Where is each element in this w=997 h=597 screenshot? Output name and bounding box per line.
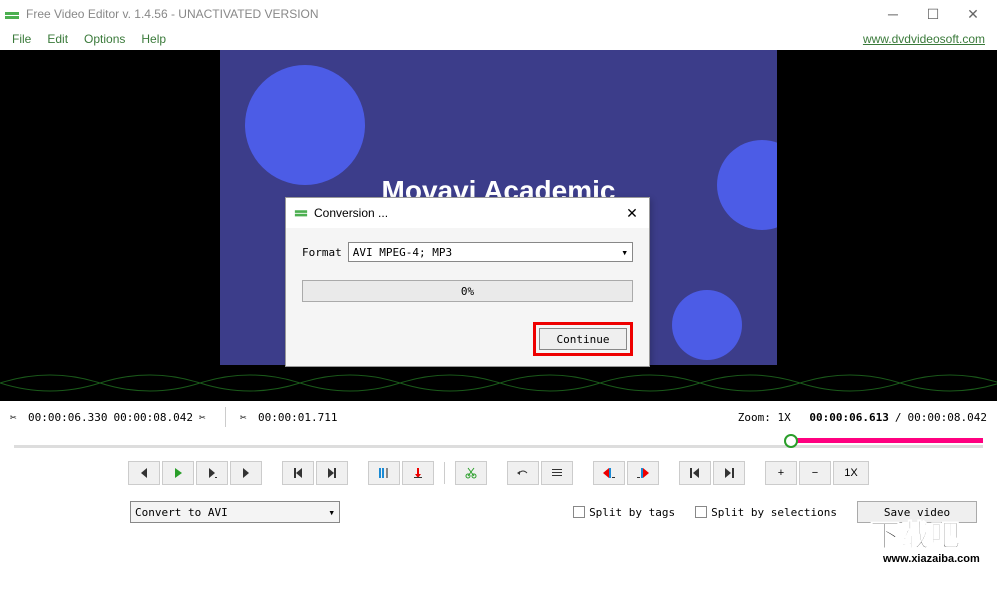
- close-button[interactable]: ✕: [953, 0, 993, 28]
- progress-text: 0%: [461, 285, 474, 298]
- playhead[interactable]: [784, 434, 798, 448]
- skip-start-button[interactable]: [282, 461, 314, 485]
- zoom-level-button[interactable]: 1X: [833, 461, 869, 485]
- zoom-in-button[interactable]: +: [765, 461, 797, 485]
- menu-options[interactable]: Options: [76, 30, 133, 48]
- output-format-select[interactable]: Convert to AVI ▾: [130, 501, 340, 523]
- invert-left-button[interactable]: [593, 461, 625, 485]
- continue-label: Continue: [557, 333, 610, 346]
- window-controls: ─ ☐ ✕: [873, 0, 993, 28]
- menu-edit[interactable]: Edit: [39, 30, 76, 48]
- divider: [444, 462, 445, 484]
- timeline-slider[interactable]: [0, 433, 997, 453]
- selection-range: [790, 438, 983, 443]
- goto-end-button[interactable]: [713, 461, 745, 485]
- forward-button[interactable]: [230, 461, 262, 485]
- chevron-down-icon: ▾: [621, 246, 628, 259]
- list-button[interactable]: [541, 461, 573, 485]
- scissors-icon: ✂: [199, 411, 211, 424]
- step-forward-button[interactable]: [196, 461, 228, 485]
- skip-end-button[interactable]: [316, 461, 348, 485]
- play-button[interactable]: [162, 461, 194, 485]
- decorative-circle: [672, 290, 742, 360]
- menu-file[interactable]: File: [4, 30, 39, 48]
- app-icon: [4, 6, 20, 22]
- current-time: 00:00:06.613: [809, 411, 888, 424]
- time-separator: /: [895, 411, 902, 424]
- undo-button[interactable]: [507, 461, 539, 485]
- chevron-down-icon: ▾: [328, 506, 335, 519]
- decorative-circle: [717, 140, 777, 230]
- zoom-out-button[interactable]: −: [799, 461, 831, 485]
- output-format-value: Convert to AVI: [135, 506, 228, 519]
- format-label: Format: [302, 246, 342, 259]
- checkbox-icon: [695, 506, 707, 518]
- scissors-icon: ✂: [240, 411, 252, 424]
- minimize-button[interactable]: ─: [873, 0, 913, 28]
- highlight-box: Continue: [533, 322, 633, 356]
- split-by-selections-label: Split by selections: [711, 506, 837, 519]
- mark-start-button[interactable]: [368, 461, 400, 485]
- menu-help[interactable]: Help: [133, 30, 174, 48]
- titlebar: Free Video Editor v. 1.4.56 - UNACTIVATE…: [0, 0, 997, 28]
- svg-text:下载吧: 下载吧: [870, 520, 960, 553]
- dialog-close-button[interactable]: ✕: [623, 204, 641, 222]
- app-icon: [294, 205, 308, 222]
- svg-text:www.xiazaiba.com: www.xiazaiba.com: [882, 553, 980, 565]
- rewind-button[interactable]: [128, 461, 160, 485]
- menubar: File Edit Options Help www.dvdvideosoft.…: [0, 28, 997, 50]
- invert-right-button[interactable]: [627, 461, 659, 485]
- zoom-label: Zoom: 1X: [738, 411, 791, 424]
- divider: [225, 407, 226, 427]
- window-title: Free Video Editor v. 1.4.56 - UNACTIVATE…: [26, 7, 873, 21]
- format-select[interactable]: AVI MPEG-4; MP3 ▾: [348, 242, 633, 262]
- total-time: 00:00:08.042: [908, 411, 987, 424]
- continue-button[interactable]: Continue: [539, 328, 627, 350]
- dialog-title: Conversion ...: [314, 206, 623, 220]
- split-by-selections-checkbox[interactable]: Split by selections: [695, 506, 837, 519]
- dialog-titlebar[interactable]: Conversion ... ✕: [286, 198, 649, 228]
- selection-start-time: 00:00:06.330: [28, 411, 107, 424]
- watermark: 下载吧 www.xiazaiba.com: [865, 516, 995, 571]
- bottom-bar: Convert to AVI ▾ Split by tags Split by …: [0, 493, 997, 531]
- transport-controls: + − 1X: [0, 453, 997, 493]
- checkbox-icon: [573, 506, 585, 518]
- format-value: AVI MPEG-4; MP3: [353, 246, 452, 259]
- selection-duration: 00:00:01.711: [258, 411, 337, 424]
- selection-end-time: 00:00:08.042: [113, 411, 192, 424]
- timecode-row: ✂ 00:00:06.330 00:00:08.042 ✂ ✂ 00:00:01…: [0, 401, 997, 433]
- maximize-button[interactable]: ☐: [913, 0, 953, 28]
- split-by-tags-checkbox[interactable]: Split by tags: [573, 506, 675, 519]
- decorative-circle: [245, 65, 365, 185]
- conversion-dialog: Conversion ... ✕ Format AVI MPEG-4; MP3 …: [285, 197, 650, 367]
- mark-end-button[interactable]: [402, 461, 434, 485]
- progress-bar: 0%: [302, 280, 633, 302]
- site-link[interactable]: www.dvdvideosoft.com: [863, 32, 985, 46]
- split-by-tags-label: Split by tags: [589, 506, 675, 519]
- waveform[interactable]: [0, 365, 997, 401]
- cut-button[interactable]: [455, 461, 487, 485]
- scissors-icon: ✂: [10, 411, 22, 424]
- goto-start-button[interactable]: [679, 461, 711, 485]
